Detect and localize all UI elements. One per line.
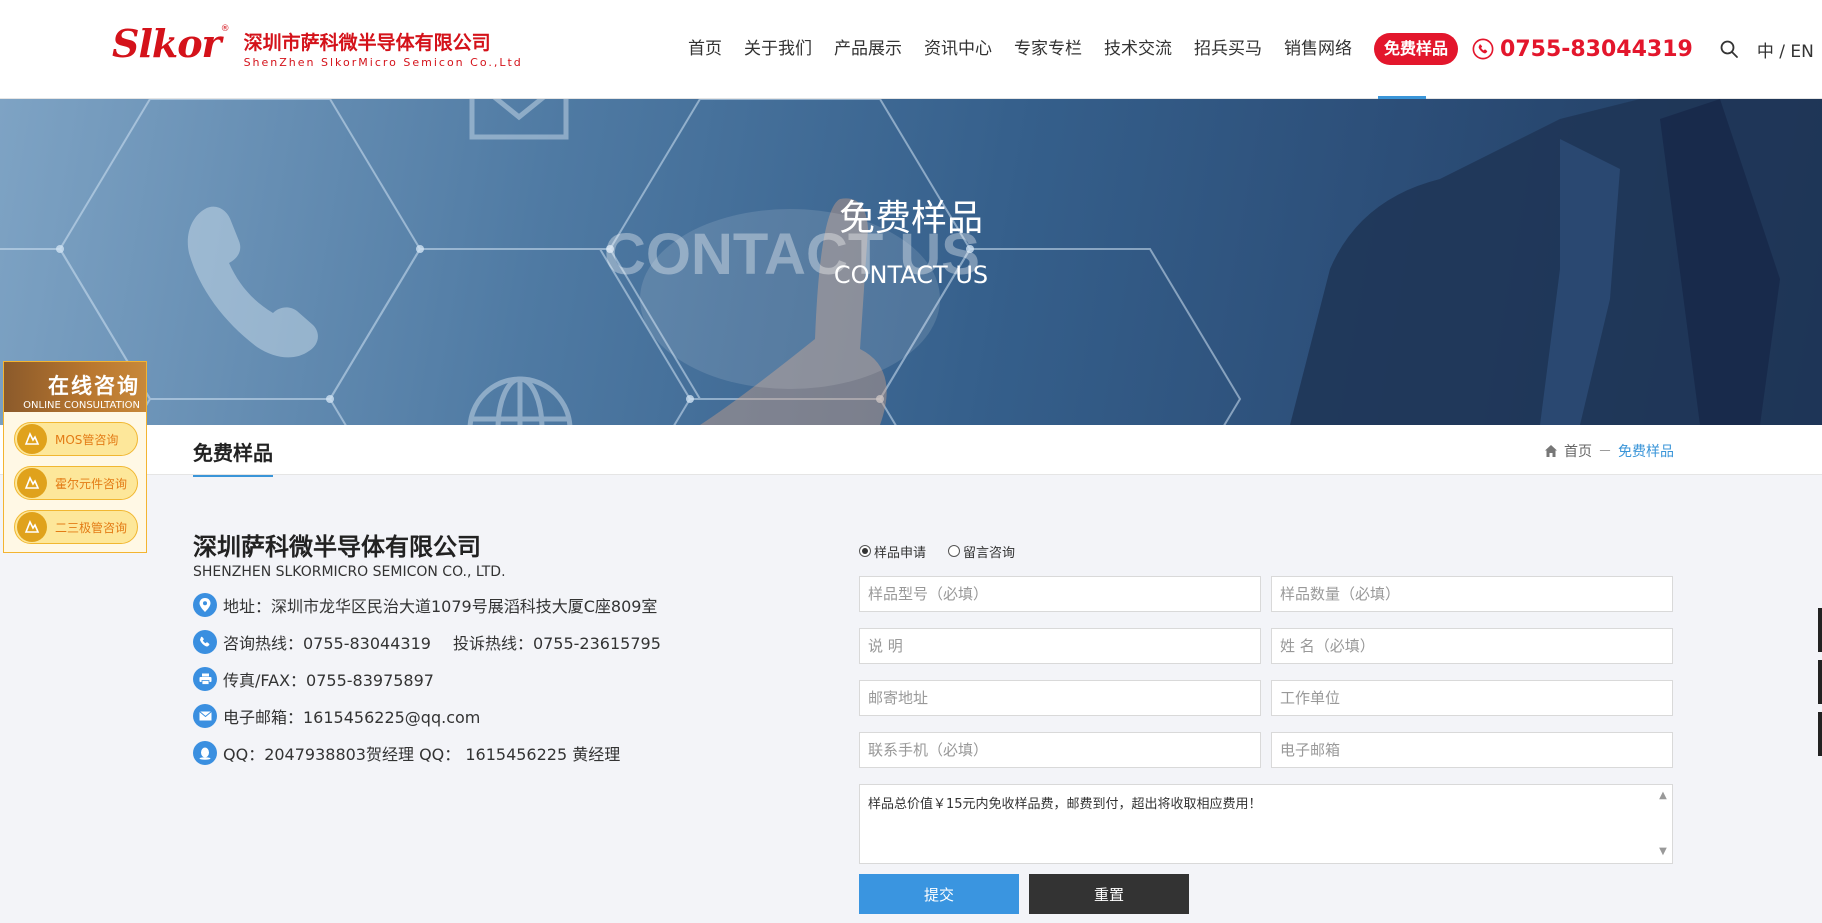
- address-text: 地址：深圳市龙华区民治大道1079号展滔科技大厦C座809室: [223, 597, 658, 616]
- nav-jobs[interactable]: 招兵买马: [1194, 34, 1262, 64]
- logo-company-en: ShenZhen SlkorMicro Semicon Co.,Ltd: [243, 56, 523, 69]
- hotline-text: 咨询热线：0755-83044319: [223, 634, 431, 653]
- consult-diode-label: 二三极管咨询: [55, 520, 128, 535]
- banner-subtitle: CONTACT US: [833, 261, 989, 289]
- page-banner: CONTACT US 免费样品 CONTACT US: [0, 99, 1822, 425]
- language-switch: 中 / EN: [1757, 37, 1814, 62]
- qq-icon: [193, 741, 217, 765]
- logo-text: 深圳市萨科微半导体有限公司 ShenZhen SlkorMicro Semico…: [244, 28, 523, 69]
- scroll-down-icon[interactable]: ▼: [1659, 843, 1667, 861]
- nav-free-samples-button[interactable]: 免费样品: [1374, 33, 1459, 65]
- nav-news[interactable]: 资讯中心: [924, 34, 992, 64]
- consult-mos-button[interactable]: MOS管咨询: [14, 422, 138, 456]
- breadcrumb-separator: －: [1598, 444, 1612, 460]
- email-input[interactable]: [1271, 732, 1673, 768]
- fax-text: 传真/FAX：0755-83975897: [223, 671, 434, 690]
- note-textarea[interactable]: 样品总价值￥15元内免收样品费，邮费到付，超出将收取相应费用！: [860, 785, 1650, 861]
- submit-button[interactable]: 提交: [859, 874, 1019, 914]
- nav-tech[interactable]: 技术交流: [1104, 34, 1172, 64]
- company-info: 深圳萨科微半导体有限公司 SHENZHEN SLKORMICRO SEMICON…: [193, 527, 661, 765]
- consultation-subtitle: ONLINE CONSULTATION: [23, 400, 140, 411]
- company-name: 深圳萨科微半导体有限公司: [193, 533, 481, 561]
- logo-company-cn: 深圳市萨科微半导体有限公司: [243, 32, 491, 54]
- mobile-input[interactable]: [859, 732, 1261, 768]
- fax-printer-icon: [193, 667, 217, 691]
- radio-sample-label: 样品申请: [874, 545, 927, 561]
- email-text[interactable]: 电子邮箱：1615456225@qq.com: [223, 704, 480, 728]
- site-header: Slkor ® 深圳市萨科微半导体有限公司 ShenZhen SlkorMicr…: [0, 0, 1822, 99]
- consult-hall-button[interactable]: 霍尔元件咨询: [14, 466, 138, 500]
- lang-en[interactable]: EN: [1790, 42, 1813, 62]
- logo-mark: Slkor: [112, 21, 222, 66]
- chat-icon: [17, 424, 47, 454]
- online-consultation-panel: 在线咨询 ONLINE CONSULTATION MOS管咨询 霍尔元件咨询 二…: [3, 361, 147, 553]
- header-phone[interactable]: 0755-83044319: [1472, 37, 1693, 62]
- radio-message-label: 留言咨询: [963, 545, 1016, 561]
- sample-quantity-input[interactable]: [1271, 576, 1673, 612]
- chat-icon: [17, 512, 47, 542]
- home-icon: [1545, 445, 1557, 457]
- section-title: 免费样品: [193, 437, 273, 477]
- sample-request-form: 样品申请 留言咨询 样品总价值￥15元内免收样品费，邮费到付，超出将收取相应费用…: [859, 540, 1673, 914]
- phone-icon: [193, 630, 217, 654]
- nav-products[interactable]: 产品展示: [834, 34, 902, 64]
- banner-title: 免费样品: [838, 198, 983, 239]
- nav-experts[interactable]: 专家专栏: [1014, 34, 1082, 64]
- consult-mos-label: MOS管咨询: [55, 432, 119, 447]
- qq-text: QQ：2047938803贺经理 QQ： 1615456225 黄经理: [223, 745, 621, 764]
- consultation-title: 在线咨询: [48, 374, 140, 398]
- reset-button[interactable]: 重置: [1029, 874, 1189, 914]
- name-input[interactable]: [1271, 628, 1673, 664]
- logo-registered: ®: [220, 24, 230, 34]
- radio-dot-unchecked: [948, 545, 961, 557]
- sample-model-input[interactable]: [859, 576, 1261, 612]
- mailing-address-input[interactable]: [859, 680, 1261, 716]
- site-logo[interactable]: Slkor ® 深圳市萨科微半导体有限公司 ShenZhen SlkorMicr…: [112, 18, 523, 69]
- breadcrumb-home[interactable]: 首页: [1564, 441, 1592, 461]
- address-row: 地址：深圳市龙华区民治大道1079号展滔科技大厦C座809室: [193, 593, 661, 617]
- complaint-text: 投诉热线：0755-23615795: [452, 634, 661, 653]
- form-type-radios: 样品申请 留言咨询: [859, 540, 1673, 562]
- scroll-up-icon[interactable]: ▲: [1659, 787, 1667, 805]
- phone-icon: [1472, 38, 1494, 60]
- company-input[interactable]: [1271, 680, 1673, 716]
- nav-about[interactable]: 关于我们: [744, 34, 812, 64]
- chat-icon: [17, 468, 47, 498]
- breadcrumb: 首页 － 免费样品: [1544, 441, 1674, 461]
- hotline-row: 咨询热线：0755-83044319 投诉热线：0755-23615795: [193, 630, 661, 654]
- side-tab-1[interactable]: [1818, 608, 1822, 652]
- nav-home[interactable]: 首页: [688, 34, 722, 64]
- radio-sample-request[interactable]: 样品申请: [859, 542, 926, 561]
- email-icon: [193, 704, 217, 728]
- main-nav: 首页 关于我们 产品展示 资讯中心 专家专栏 技术交流 招兵买马 销售网络 免费…: [688, 33, 1814, 65]
- qq-row: QQ：2047938803贺经理 QQ： 1615456225 黄经理: [193, 741, 661, 765]
- location-pin-icon: [193, 593, 217, 617]
- section-bar: 免费样品 首页 － 免费样品: [0, 425, 1822, 477]
- company-name-en: SHENZHEN SLKORMICRO SEMICON CO., LTD.: [193, 564, 506, 580]
- radio-dot-checked: [859, 545, 871, 557]
- description-input[interactable]: [859, 628, 1261, 664]
- textarea-scrollbar[interactable]: ▲ ▼: [1656, 787, 1670, 861]
- radio-message[interactable]: 留言咨询: [948, 542, 1015, 561]
- email-row: 电子邮箱：1615456225@qq.com: [193, 704, 661, 728]
- breadcrumb-current[interactable]: 免费样品: [1618, 441, 1674, 461]
- nav-sales[interactable]: 销售网络: [1284, 34, 1352, 64]
- form-fields: [859, 576, 1673, 768]
- consult-diode-button[interactable]: 二三极管咨询: [14, 510, 138, 544]
- side-tab-2[interactable]: [1818, 660, 1822, 704]
- form-buttons: 提交 重置: [859, 874, 1673, 914]
- side-tab-3[interactable]: [1818, 712, 1822, 756]
- consult-hall-label: 霍尔元件咨询: [55, 476, 128, 491]
- search-icon[interactable]: [1719, 39, 1739, 59]
- lang-cn[interactable]: 中: [1757, 42, 1774, 62]
- lang-separator: /: [1773, 41, 1791, 62]
- consultation-header: 在线咨询 ONLINE CONSULTATION: [4, 362, 146, 412]
- fax-row: 传真/FAX：0755-83975897: [193, 667, 661, 691]
- note-textarea-wrapper: 样品总价值￥15元内免收样品费，邮费到付，超出将收取相应费用！ ▲ ▼: [859, 784, 1673, 864]
- header-phone-number: 0755-83044319: [1500, 36, 1693, 62]
